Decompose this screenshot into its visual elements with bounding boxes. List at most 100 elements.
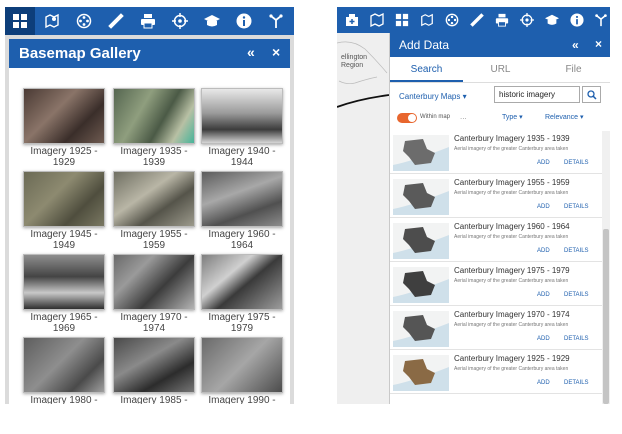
film-reel-icon[interactable] — [69, 7, 99, 35]
basemap-thumbnail[interactable] — [113, 171, 195, 227]
add-data-header: Add Data « × — [390, 33, 610, 57]
directions-icon[interactable] — [261, 7, 291, 35]
add-data-icon[interactable] — [339, 7, 364, 33]
basemap-label-years: 1944 — [230, 157, 254, 168]
basemap-gallery-window: Basemap Gallery « × Imagery 1925 -1929 Im… — [5, 7, 294, 404]
basemap-tile[interactable]: Imagery 1990 -1994 — [197, 337, 287, 404]
grid-icon[interactable] — [389, 7, 414, 33]
more-options-icon[interactable]: ... — [460, 112, 467, 121]
result-title[interactable]: Canterbury Imagery 1970 - 1974 — [454, 310, 570, 319]
map-place-label-region: Region — [341, 62, 364, 69]
basemap-thumbnail[interactable] — [23, 88, 105, 144]
directions-icon[interactable] — [588, 7, 610, 33]
result-title[interactable]: Canterbury Imagery 1935 - 1939 — [454, 134, 570, 143]
map-view[interactable]: ellington Region Add Data « × Search URL… — [337, 33, 610, 404]
graduation-cap-icon[interactable] — [539, 7, 564, 33]
basemap-tile[interactable]: Imagery 1970 -1974 — [109, 254, 199, 334]
details-link[interactable]: DETAILS — [564, 204, 589, 210]
details-link[interactable]: DETAILS — [564, 380, 589, 386]
source-select[interactable]: Canterbury Maps ▾ — [399, 92, 467, 101]
scrollbar-thumb[interactable] — [603, 229, 609, 404]
toggle-knob — [408, 114, 416, 122]
basemap-tile[interactable]: Imagery 1925 -1929 — [19, 88, 109, 168]
basemap-thumbnail[interactable] — [201, 254, 283, 310]
basemap-tile[interactable]: Imagery 1965 -1969 — [19, 254, 109, 334]
add-link[interactable]: ADD — [537, 160, 550, 166]
details-link[interactable]: DETAILS — [564, 248, 589, 254]
layers-map-icon[interactable] — [414, 7, 439, 33]
basemap-tile[interactable]: Imagery 1935 -1939 — [109, 88, 199, 168]
add-link[interactable]: ADD — [537, 380, 550, 386]
print-icon[interactable] — [133, 7, 163, 35]
result-snippet: Aerial imagery of the greater Canterbury… — [454, 146, 569, 152]
basemap-label-years: 1959 — [142, 240, 166, 251]
film-reel-icon[interactable] — [439, 7, 464, 33]
basemap-icon[interactable] — [364, 7, 389, 33]
tab-url[interactable]: URL — [464, 64, 537, 75]
basemap-label: Imagery 1960 - — [208, 229, 276, 240]
ruler-icon[interactable] — [101, 7, 131, 35]
basemap-thumbnail[interactable] — [23, 171, 105, 227]
close-icon[interactable]: × — [272, 44, 280, 60]
add-link[interactable]: ADD — [537, 336, 550, 342]
basemap-tile[interactable]: Imagery 1975 -1979 — [197, 254, 287, 334]
basemap-thumbnail[interactable] — [23, 337, 105, 393]
add-link[interactable]: ADD — [537, 204, 550, 210]
type-filter-select[interactable]: Type ▾ — [502, 113, 523, 121]
crosshair-icon[interactable] — [165, 7, 195, 35]
basemap-tile[interactable]: Imagery 1960 -1964 — [197, 171, 287, 251]
basemap-label-years: 1949 — [52, 240, 76, 251]
close-icon[interactable]: × — [595, 37, 602, 51]
basemap-thumbnail[interactable] — [113, 254, 195, 310]
basemap-label-years: 1974 — [142, 323, 166, 334]
basemap-thumbnail[interactable] — [201, 88, 283, 144]
basemap-tile[interactable]: Imagery 1940 -1944 — [197, 88, 287, 168]
tab-search[interactable]: Search — [390, 64, 463, 75]
ruler-icon[interactable] — [464, 7, 489, 33]
collapse-icon[interactable]: « — [247, 44, 255, 60]
print-icon[interactable] — [489, 7, 514, 33]
collapse-icon[interactable]: « — [572, 38, 579, 52]
results-scrollbar[interactable] — [602, 131, 610, 404]
basemap-tile[interactable]: Imagery 1980 -1984 — [19, 337, 109, 404]
basemap-tile[interactable]: Imagery 1985 -1989 — [109, 337, 199, 404]
grid-icon[interactable] — [5, 7, 35, 35]
result-snippet: Aerial imagery of the greater Canterbury… — [454, 322, 569, 328]
basemap-thumbnail[interactable] — [201, 337, 283, 393]
result-title[interactable]: Canterbury Imagery 1955 - 1959 — [454, 178, 570, 187]
result-title[interactable]: Canterbury Imagery 1925 - 1929 — [454, 354, 570, 363]
sort-relevance-select[interactable]: Relevance ▾ — [545, 113, 584, 121]
result-item: Canterbury Imagery 1970 - 1974 Aerial ima… — [390, 307, 602, 350]
result-item: Canterbury Imagery 1960 - 1964 Aerial ima… — [390, 219, 602, 262]
info-icon[interactable] — [229, 7, 259, 35]
layers-map-icon[interactable] — [37, 7, 67, 35]
basemap-thumbnail[interactable] — [201, 171, 283, 227]
right-toolbar — [337, 7, 610, 33]
basemap-label: Imagery 1970 - — [120, 312, 188, 323]
basemap-thumbnail[interactable] — [113, 88, 195, 144]
within-map-toggle[interactable] — [397, 113, 417, 123]
details-link[interactable]: DETAILS — [564, 336, 589, 342]
details-link[interactable]: DETAILS — [564, 292, 589, 298]
basemap-label-years: 1979 — [230, 323, 254, 334]
add-link[interactable]: ADD — [537, 248, 550, 254]
add-link[interactable]: ADD — [537, 292, 550, 298]
basemap-thumbnail[interactable] — [23, 254, 105, 310]
search-input[interactable] — [494, 86, 580, 103]
basemap-tile[interactable]: Imagery 1945 -1949 — [19, 171, 109, 251]
result-snippet: Aerial imagery of the greater Canterbury… — [454, 234, 569, 240]
crosshair-icon[interactable] — [514, 7, 539, 33]
info-icon[interactable] — [564, 7, 589, 33]
basemap-tile[interactable]: Imagery 1955 -1959 — [109, 171, 199, 251]
graduation-cap-icon[interactable] — [197, 7, 227, 35]
basemap-label: Imagery 1965 - — [30, 312, 98, 323]
search-button[interactable] — [582, 86, 601, 103]
result-title[interactable]: Canterbury Imagery 1975 - 1979 — [454, 266, 570, 275]
add-data-panel: Add Data « × Search URL File Canterbury … — [389, 33, 610, 404]
basemap-thumbnail[interactable] — [113, 337, 195, 393]
result-title[interactable]: Canterbury Imagery 1960 - 1964 — [454, 222, 570, 231]
details-link[interactable]: DETAILS — [564, 160, 589, 166]
result-thumbnail — [393, 179, 449, 215]
map-background — [337, 41, 390, 108]
tab-file[interactable]: File — [537, 64, 610, 75]
